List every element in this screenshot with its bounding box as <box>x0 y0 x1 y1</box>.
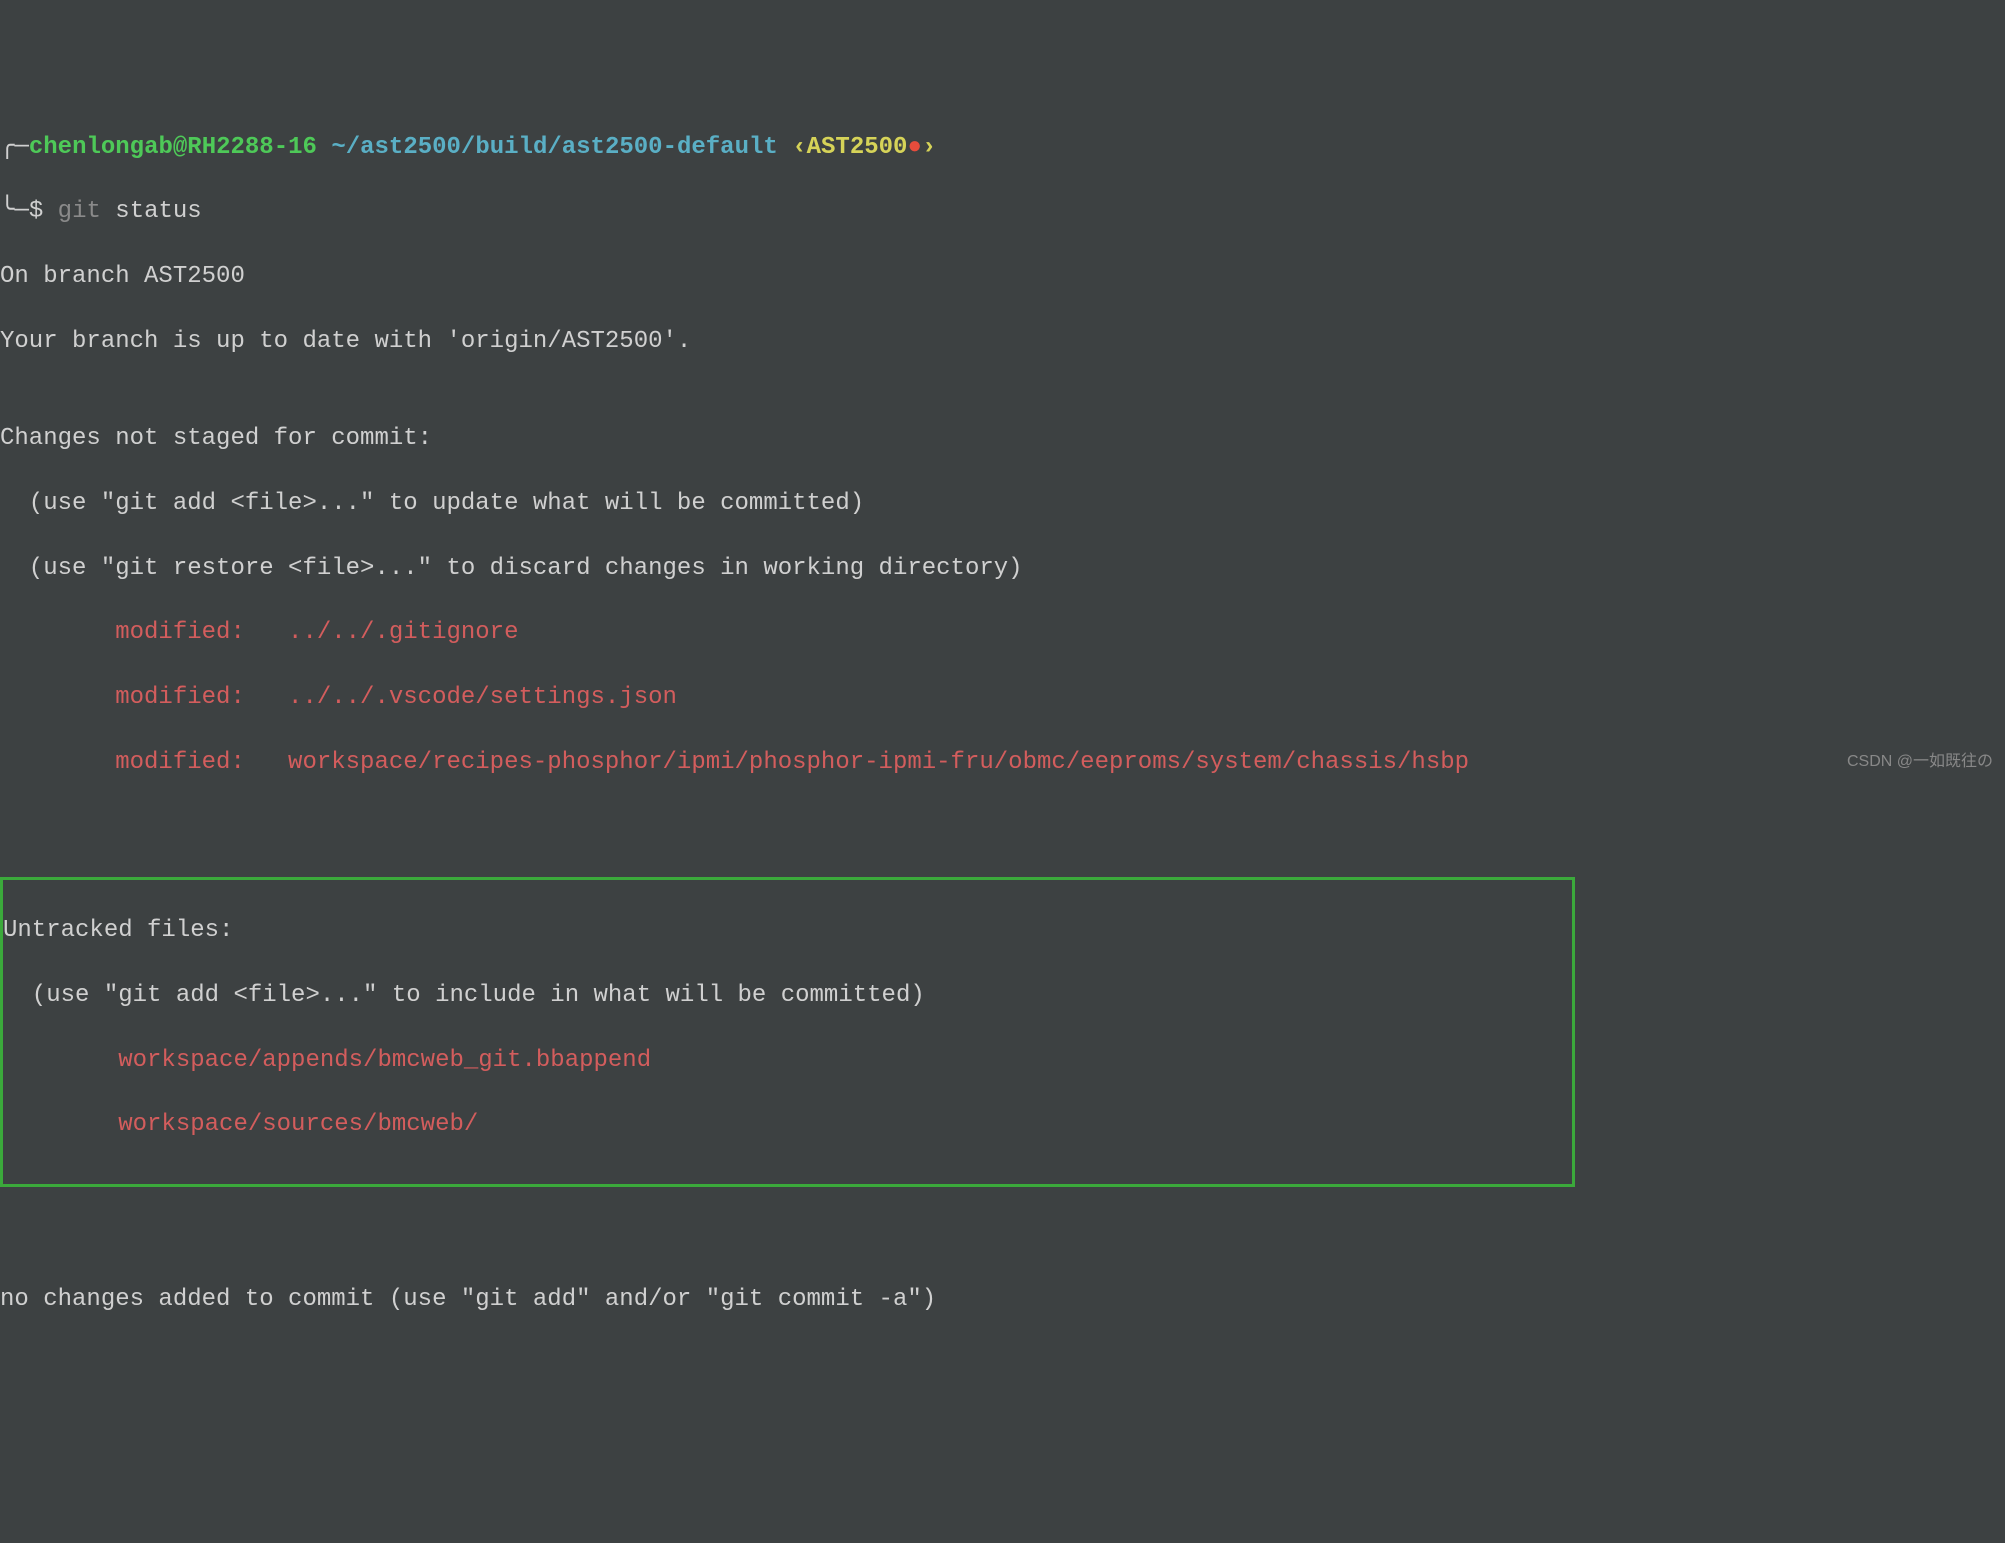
branch-close: › <box>922 134 936 161</box>
watermark: CSDN @一如既往の <box>1847 751 1993 773</box>
highlight-annotation: Untracked files: (use "git add <file>...… <box>0 877 1575 1188</box>
untracked-header: Untracked files: <box>3 915 1570 947</box>
dirty-indicator-icon: ● <box>907 134 921 161</box>
modified-file-1: modified: ../../.gitignore <box>0 617 2005 649</box>
prompt-corner-bottom: ╰─ <box>0 198 29 225</box>
modified-file-3: modified: workspace/recipes-phosphor/ipm… <box>0 747 2005 779</box>
changes-hint-add: (use "git add <file>..." to update what … <box>0 488 2005 520</box>
output-blank3 <box>0 1219 2005 1251</box>
branch-name: AST2500 <box>807 134 908 161</box>
prompt-corner-top: ╭─ <box>0 134 29 161</box>
no-changes-message: no changes added to commit (use "git add… <box>0 1284 2005 1316</box>
untracked-file-2: workspace/sources/bmcweb/ <box>3 1109 1570 1141</box>
untracked-file-1: workspace/appends/bmcweb_git.bbappend <box>3 1045 1570 1077</box>
modified-file-2: modified: ../../.vscode/settings.json <box>0 682 2005 714</box>
command-git: git <box>58 198 101 225</box>
prompt-line-1: ╭─chenlongab@RH2288-16 ~/ast2500/build/a… <box>0 132 2005 164</box>
command-args: status <box>115 198 201 225</box>
output-branch: On branch AST2500 <box>0 261 2005 293</box>
changes-header: Changes not staged for commit: <box>0 423 2005 455</box>
dollar-sign: $ <box>29 198 43 225</box>
user-host: chenlongab@RH2288-16 <box>29 134 317 161</box>
untracked-hint: (use "git add <file>..." to include in w… <box>3 980 1570 1012</box>
current-path: ~/ast2500/build/ast2500-default <box>331 134 777 161</box>
output-uptodate: Your branch is up to date with 'origin/A… <box>0 326 2005 358</box>
changes-hint-restore: (use "git restore <file>..." to discard … <box>0 553 2005 585</box>
output-blank2 <box>0 812 2005 844</box>
prompt-line-2[interactable]: ╰─$ git status <box>0 196 2005 228</box>
branch-open: ‹ <box>792 134 806 161</box>
